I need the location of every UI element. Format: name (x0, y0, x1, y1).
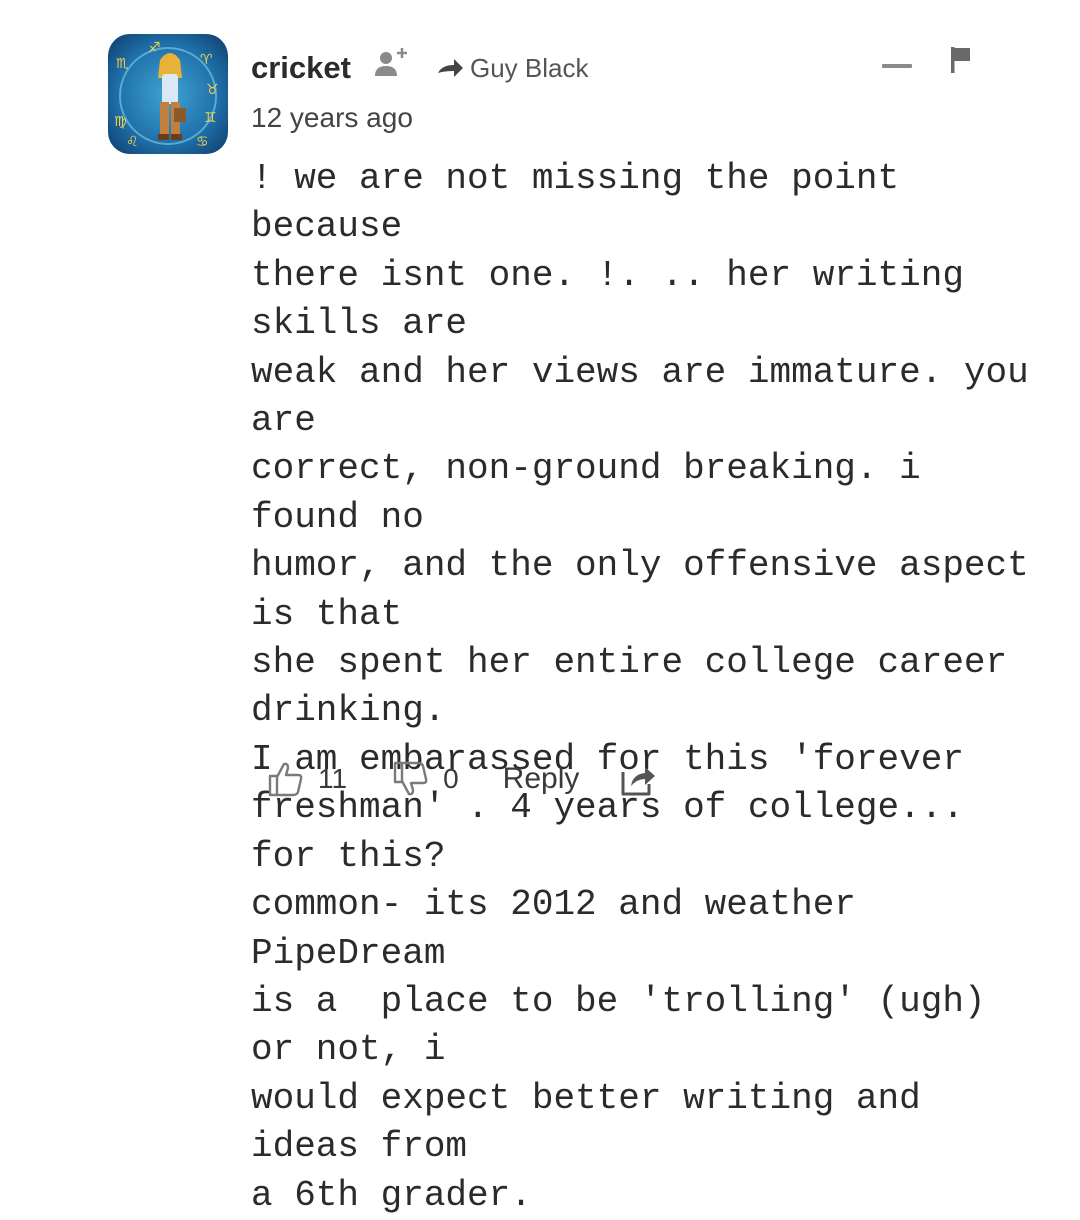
comment-actions: 11 0 Reply (266, 754, 657, 804)
reply-to-name: Guy Black (470, 52, 589, 83)
flag-button[interactable] (946, 44, 974, 76)
reply-button[interactable]: Reply (503, 762, 580, 796)
comment-body: ! we are not missing the point because t… (251, 158, 1029, 1216)
comment-author[interactable]: cricket (251, 48, 351, 88)
avatar[interactable]: ♏ ♐ ♈ ♉ ♊ ♍ ♋ ♌ (108, 34, 228, 154)
svg-text:♐: ♐ (148, 40, 161, 56)
collapse-button[interactable] (880, 52, 914, 78)
reply-arrow-icon (438, 59, 463, 77)
upvote-button[interactable]: 11 (266, 760, 347, 798)
upvote-count: 11 (318, 763, 348, 794)
flag-icon (951, 47, 970, 73)
svg-text:♋: ♋ (196, 134, 209, 150)
share-icon[interactable] (619, 760, 657, 798)
comment-timestamp[interactable]: 12 years ago (251, 100, 413, 136)
downvote-button[interactable]: 0 (391, 760, 459, 798)
svg-text:♍: ♍ (114, 114, 127, 130)
thumbs-down-icon (393, 761, 428, 796)
svg-text:♏: ♏ (116, 56, 129, 72)
svg-text:♉: ♉ (206, 82, 219, 98)
reply-to[interactable]: Guy Black (436, 50, 589, 86)
minus-icon (882, 64, 912, 68)
thumbs-up-icon (268, 762, 303, 797)
add-user-icon[interactable] (372, 44, 412, 84)
svg-text:♈: ♈ (200, 52, 213, 68)
svg-text:♊: ♊ (204, 110, 217, 126)
svg-text:♌: ♌ (126, 134, 139, 150)
downvote-count: 0 (443, 763, 459, 794)
